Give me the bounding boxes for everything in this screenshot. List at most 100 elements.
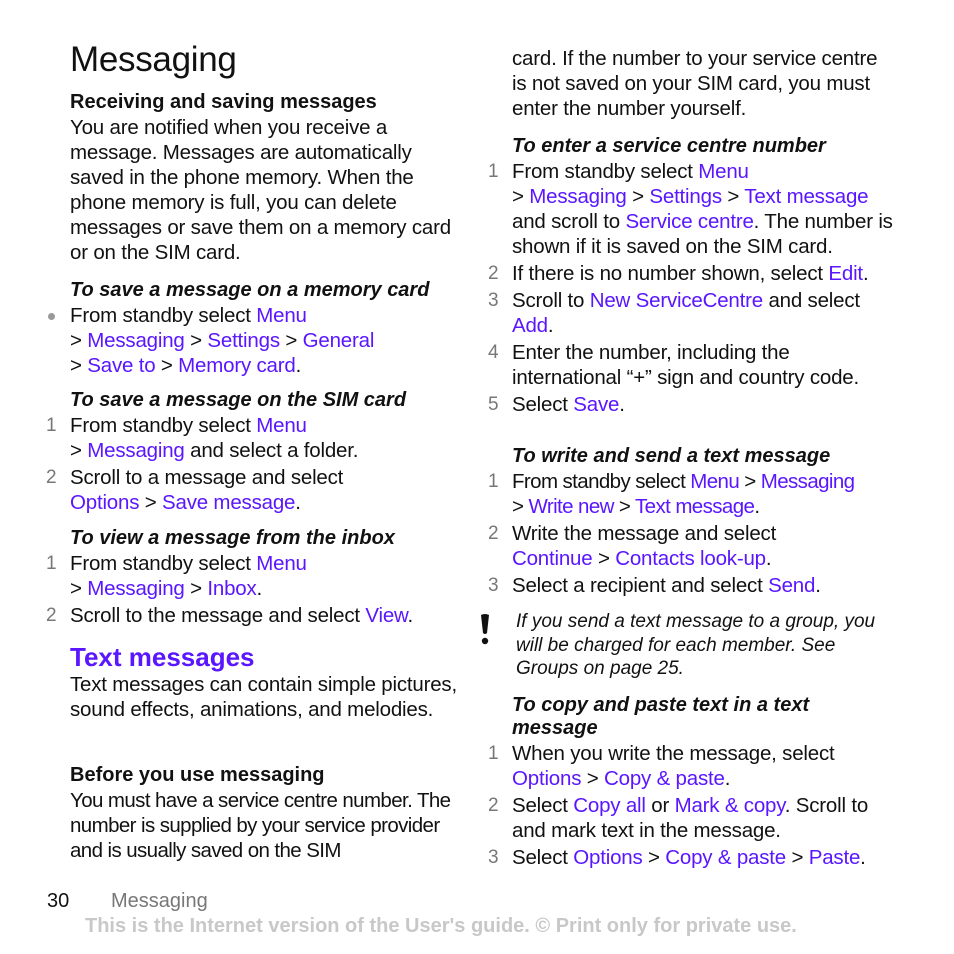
link-copy-paste[interactable]: Copy & paste xyxy=(665,846,786,869)
link-options[interactable]: Options xyxy=(512,767,581,790)
enter-service-heading: To enter a service centre number xyxy=(512,135,826,157)
step-text: Select xyxy=(512,393,574,416)
step-number: 1 xyxy=(46,553,57,574)
link-options[interactable]: Options xyxy=(573,846,642,869)
step-text: From standby select xyxy=(70,414,257,437)
before-use-section: Before you use messaging You must have a… xyxy=(70,763,460,863)
link-mark-copy[interactable]: Mark & copy xyxy=(675,794,785,817)
step-text: Select a recipient and select xyxy=(512,574,769,597)
link-text-message[interactable]: Text message xyxy=(744,185,868,208)
step-text: > xyxy=(184,329,208,352)
list-item: 1 From standby select Menu > Messaging >… xyxy=(46,551,460,601)
step-text: and scroll to xyxy=(512,210,626,233)
link-edit[interactable]: Edit xyxy=(828,262,863,285)
step-text: > xyxy=(721,185,745,208)
link-contacts-look-up[interactable]: Contacts look-up xyxy=(615,547,766,570)
step-text: > xyxy=(581,767,605,790)
step-text: If there is no number shown, select xyxy=(512,262,829,285)
list-item: 2 Scroll to the message and select View. xyxy=(46,603,460,628)
link-text-message[interactable]: Text message xyxy=(635,495,755,518)
list-item: 1 From standby select Menu > Messaging a… xyxy=(46,413,460,463)
step-text: Scroll to the message and select xyxy=(70,604,366,627)
link-general[interactable]: General xyxy=(303,329,375,352)
step-number: 1 xyxy=(488,471,499,492)
step-text: When you write the message, select xyxy=(512,742,835,765)
link-inbox[interactable]: Inbox xyxy=(207,577,256,600)
link-settings[interactable]: Settings xyxy=(649,185,722,208)
text-messages-body: Text messages can contain simple picture… xyxy=(70,673,457,721)
link-messaging[interactable]: Messaging xyxy=(87,329,185,352)
link-paste[interactable]: Paste xyxy=(809,846,861,869)
step-text: . xyxy=(724,767,731,790)
link-messaging[interactable]: Messaging xyxy=(529,185,627,208)
bullet-icon xyxy=(48,313,55,320)
save-sim-section: To save a message on the SIM card 1 From… xyxy=(46,389,460,517)
link-messaging[interactable]: Messaging xyxy=(87,577,185,600)
write-send-section: To write and send a text message 1 From … xyxy=(488,445,902,600)
step-text: . xyxy=(862,262,869,285)
link-menu[interactable]: Menu xyxy=(698,160,749,183)
link-add[interactable]: Add xyxy=(512,314,548,337)
link-new-servicecentre[interactable]: New ServiceCentre xyxy=(590,289,763,312)
step-text: > xyxy=(642,846,666,869)
step-text: and select a folder. xyxy=(184,439,359,462)
step-text: > xyxy=(626,185,650,208)
link-options[interactable]: Options xyxy=(70,491,139,514)
step-text: Enter the number, including the internat… xyxy=(512,341,859,389)
step-text: > xyxy=(512,185,530,208)
link-save-message[interactable]: Save message xyxy=(162,491,295,514)
page-title: Messaging xyxy=(70,40,237,79)
text-messages-heading: Text messages xyxy=(70,642,255,672)
save-memory-card-heading: To save a message on a memory card xyxy=(70,279,430,301)
link-view[interactable]: View xyxy=(365,604,407,627)
list-item: 2 Scroll to a message and select Options… xyxy=(46,465,460,515)
step-text: > xyxy=(613,495,636,518)
exclamation-icon xyxy=(481,614,489,645)
list-item: 3 Select Options > Copy & paste > Paste. xyxy=(488,845,902,870)
link-settings[interactable]: Settings xyxy=(207,329,280,352)
list-item: 1 When you write the message, select Opt… xyxy=(488,741,902,791)
link-copy-paste[interactable]: Copy & paste xyxy=(604,767,725,790)
step-text: and select xyxy=(762,289,860,312)
link-service-centre[interactable]: Service centre xyxy=(625,210,753,233)
list-item: 3 Select a recipient and select Send. xyxy=(488,573,902,598)
step-text: Select xyxy=(512,794,574,817)
list-item: 4 Enter the number, including the intern… xyxy=(488,340,902,390)
link-menu[interactable]: Menu xyxy=(256,414,307,437)
link-menu[interactable]: Menu xyxy=(256,552,307,575)
link-save[interactable]: Save xyxy=(573,393,619,416)
step-text: From standby select xyxy=(70,552,257,575)
link-messaging[interactable]: Messaging xyxy=(761,470,855,493)
before-use-body: You must have a service centre number. T… xyxy=(70,789,451,862)
step-text: . xyxy=(295,491,301,514)
step-text: . xyxy=(754,495,760,518)
step-text: . xyxy=(619,393,625,416)
footer-section-name: Messaging xyxy=(111,890,208,912)
step-number: 5 xyxy=(488,394,499,415)
step-number: 4 xyxy=(488,342,499,363)
link-memory-card[interactable]: Memory card xyxy=(178,354,296,377)
list-item: From standby select Menu > Messaging > S… xyxy=(48,303,460,378)
link-write-new[interactable]: Write new xyxy=(528,495,614,518)
step-text: > xyxy=(155,354,179,377)
link-save-to[interactable]: Save to xyxy=(87,354,155,377)
note-box: If you send a text message to a group, y… xyxy=(481,610,882,681)
link-send[interactable]: Send xyxy=(768,574,815,597)
step-text: > xyxy=(592,547,616,570)
footer-disclaimer: This is the Internet version of the User… xyxy=(85,915,797,937)
text-messages-section: Text messages Text messages can contain … xyxy=(70,642,460,722)
link-menu[interactable]: Menu xyxy=(256,304,307,327)
link-continue[interactable]: Continue xyxy=(512,547,593,570)
step-text: . xyxy=(815,574,821,597)
link-copy-all[interactable]: Copy all xyxy=(573,794,646,817)
step-number: 2 xyxy=(488,795,499,816)
step-text: From standby select xyxy=(70,304,257,327)
note-text: If you send a text message to a group, y… xyxy=(516,611,876,679)
step-text: Select xyxy=(512,846,574,869)
link-menu[interactable]: Menu xyxy=(690,470,739,493)
step-text: . xyxy=(547,314,554,337)
view-inbox-section: To view a message from the inbox 1 From … xyxy=(46,527,460,630)
receiving-heading: Receiving and saving messages xyxy=(70,91,377,113)
link-messaging[interactable]: Messaging xyxy=(87,439,185,462)
step-text: > xyxy=(70,354,88,377)
